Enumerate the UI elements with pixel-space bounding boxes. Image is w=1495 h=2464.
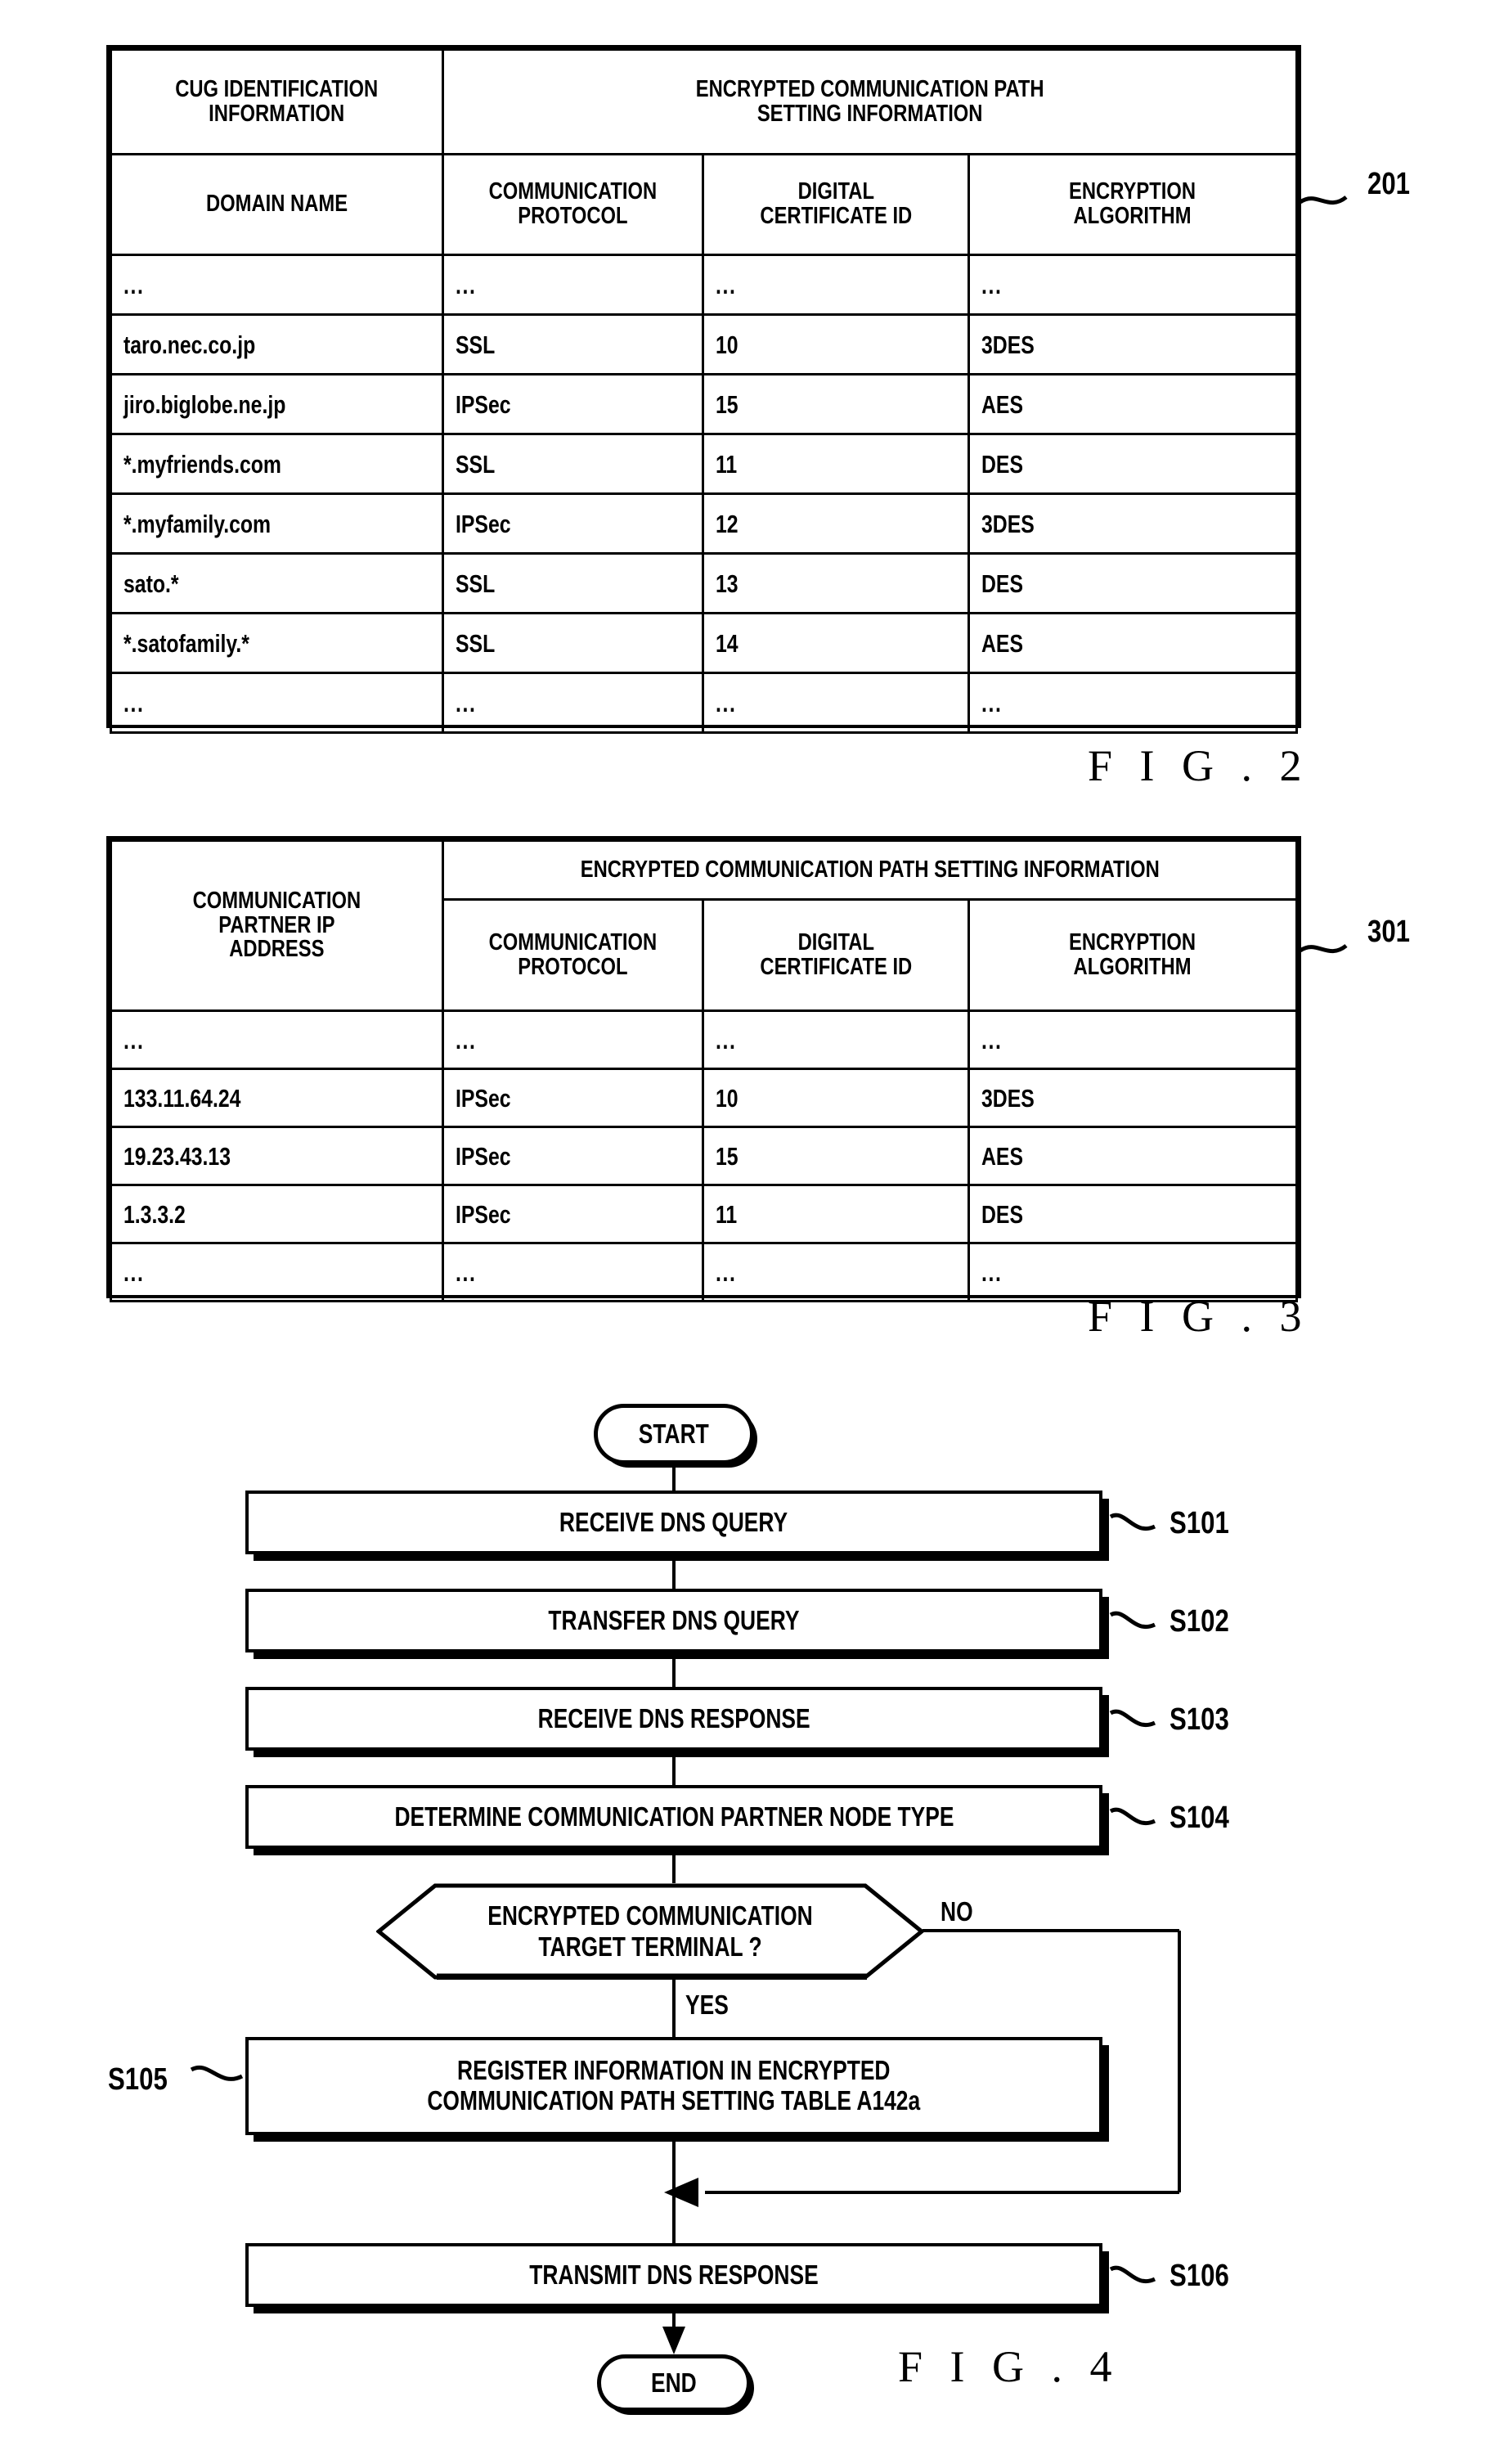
step-leader-s105 [190,2066,244,2081]
flowchart-step-s102-label: TRANSFER DNS QUERY [548,1604,800,1635]
communication-partner-ip-table: COMMUNICATION PARTNER IP ADDRESS ENCRYPT… [106,836,1301,1302]
table-row: 1.3.3.2 IPSec 11 DES [110,1184,1298,1244]
figure-label-4: F I G . 4 [898,2342,1120,2391]
flowchart-step-s101-label: RECEIVE DNS QUERY [559,1506,788,1537]
column-header-communication-protocol-3: COMMUNICATION PROTOCOL [442,898,704,1012]
flowchart-start-label: START [638,1419,710,1449]
flowchart-start-terminator: START [594,1404,754,1464]
table-row: ... ... ... ... [110,254,1298,316]
flowchart-decision-label: ENCRYPTED COMMUNICATION TARGET TERMINAL … [376,1869,924,1994]
table-row: *.myfamily.com IPSec 12 3DES [110,492,1298,555]
table-row: sato.* SSL 13 DES [110,552,1298,614]
table-row: ... ... ... ... [110,1009,1298,1070]
table-row: *.satofamily.* SSL 14 AES [110,612,1298,674]
column-header-digital-certificate-id: DIGITAL CERTIFICATE ID [702,153,970,256]
flowchart-step-s105-label: REGISTER INFORMATION IN ENCRYPTED COMMUN… [427,2055,921,2116]
flowchart-step-s106: TRANSMIT DNS RESPONSE [245,2243,1102,2307]
table-row: 133.11.64.24 IPSec 10 3DES [110,1068,1298,1128]
ref-numeral-301: 301 [1367,915,1410,949]
table-row: *.myfriends.com SSL 11 DES [110,433,1298,495]
table-row: jiro.biglobe.ne.jp IPSec 15 AES [110,373,1298,435]
column-header-digital-certificate-id-3: DIGITAL CERTIFICATE ID [702,898,970,1012]
column-header-communication-protocol: COMMUNICATION PROTOCOL [442,153,704,256]
flowchart-step-s104-label: DETERMINE COMMUNICATION PARTNER NODE TYP… [394,1801,954,1832]
arrowhead-no-merge [664,2178,698,2207]
flowchart-step-tag-s104: S104 [1170,1801,1229,1835]
group-header-encrypted-path: ENCRYPTED COMMUNICATION PATH SETTING INF… [442,48,1298,155]
table-row: taro.nec.co.jp SSL 10 3DES [110,313,1298,375]
column-header-encryption-algorithm-text: ENCRYPTION ALGORITHM [1069,178,1196,229]
column-header-encryption-algorithm-3-text: ENCRYPTION ALGORITHM [1069,928,1196,980]
arrowhead-end [662,2327,685,2354]
group-header-encrypted-path-3-text: ENCRYPTED COMMUNICATION PATH SETTING INF… [580,856,1160,883]
figure-label-2: F I G . 2 [1088,741,1310,790]
flowchart-step-tag-s103: S103 [1170,1702,1229,1737]
flowchart-step-s102: TRANSFER DNS QUERY [245,1589,1102,1652]
column-header-domain-name-text: DOMAIN NAME [205,191,348,218]
row-header-communication-partner-ip-text: COMMUNICATION PARTNER IP ADDRESS [192,888,361,963]
group-header-cug: CUG IDENTIFICATION INFORMATION [110,48,444,155]
column-header-digital-certificate-id-3-text: DIGITAL CERTIFICATE ID [760,928,912,980]
row-header-communication-partner-ip: COMMUNICATION PARTNER IP ADDRESS [110,839,444,1012]
flowchart-branch-no: NO [941,1896,973,1927]
group-header-cug-text: CUG IDENTIFICATION INFORMATION [175,75,379,127]
column-header-domain-name: DOMAIN NAME [110,153,444,256]
flowchart-step-s101: RECEIVE DNS QUERY [245,1491,1102,1554]
ref-numeral-201: 201 [1367,167,1410,201]
group-header-encrypted-path-3: ENCRYPTED COMMUNICATION PATH SETTING INF… [442,839,1298,901]
flowchart-step-s106-label: TRANSMIT DNS RESPONSE [529,2259,819,2290]
column-header-communication-protocol-text: COMMUNICATION PROTOCOL [488,178,658,229]
flowchart-step-s103-label: RECEIVE DNS RESPONSE [537,1702,810,1733]
flowchart-decision-encrypted-target: ENCRYPTED COMMUNICATION TARGET TERMINAL … [376,1883,924,1980]
flowchart-step-tag-s105: S105 [108,2062,168,2097]
group-header-encrypted-path-text: ENCRYPTED COMMUNICATION PATH SETTING INF… [695,75,1044,127]
flowchart-step-tag-s102: S102 [1170,1604,1229,1639]
column-header-digital-certificate-id-text: DIGITAL CERTIFICATE ID [760,178,912,229]
column-header-communication-protocol-3-text: COMMUNICATION PROTOCOL [488,928,658,980]
flowchart-end-label: END [651,2367,697,2398]
flowchart-branch-yes: YES [685,1990,729,2020]
table-row: ... ... ... ... [110,672,1298,734]
flowchart-step-s103: RECEIVE DNS RESPONSE [245,1687,1102,1751]
column-header-encryption-algorithm: ENCRYPTION ALGORITHM [967,153,1298,256]
flowchart-step-tag-s106: S106 [1170,2259,1229,2293]
flowchart-step-s104: DETERMINE COMMUNICATION PARTNER NODE TYP… [245,1785,1102,1849]
cug-identification-table: CUG IDENTIFICATION INFORMATION ENCRYPTED… [106,45,1301,734]
figure-label-3: F I G . 3 [1088,1292,1310,1341]
column-header-encryption-algorithm-3: ENCRYPTION ALGORITHM [967,898,1298,1012]
table-row: 19.23.43.13 IPSec 15 AES [110,1126,1298,1186]
flowchart-step-tag-s101: S101 [1170,1506,1229,1540]
flowchart-end-terminator: END [597,2354,751,2412]
flowchart-step-s105: REGISTER INFORMATION IN ENCRYPTED COMMUN… [245,2037,1102,2135]
flowchart-decision-line1: ENCRYPTED COMMUNICATION TARGET TERMINAL … [487,1900,813,1962]
